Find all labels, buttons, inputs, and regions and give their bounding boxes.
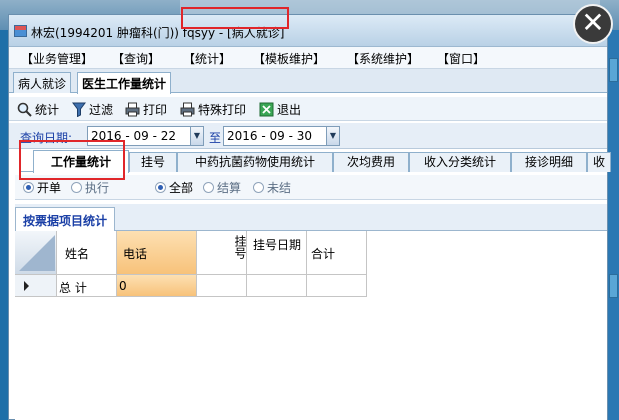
filter-button[interactable]: 过滤	[72, 100, 113, 118]
printer-icon	[180, 102, 195, 116]
menu-system[interactable]: 【系统维护】	[347, 50, 419, 67]
close-button[interactable]: ✕	[573, 4, 613, 44]
radio-kaidan[interactable]: 开单	[23, 179, 61, 196]
document-tabs: 病人就诊 医生工作量统计	[9, 69, 607, 94]
magnifier-icon	[17, 102, 32, 117]
cell-guahao[interactable]	[197, 275, 247, 297]
print-button[interactable]: 打印	[125, 100, 167, 118]
tab-patient-visit[interactable]: 病人就诊	[13, 72, 72, 93]
radio-dot	[203, 182, 214, 193]
date-to-label: 至	[209, 131, 222, 145]
grid-corner[interactable]	[15, 231, 57, 275]
column-header-name[interactable]: 姓名	[57, 231, 117, 275]
radio-unsettled-label: 未结	[267, 181, 292, 195]
menu-window[interactable]: 【窗口】	[437, 50, 485, 67]
menu-business[interactable]: 【业务管理】	[21, 50, 93, 67]
main-window: 林宏(1994201 肿瘤科(门)) fqsyy - [病人就诊] 【业务管理】…	[8, 7, 611, 420]
to-date-dropdown-icon[interactable]: ▼	[326, 126, 340, 146]
radio-settled-label: 结算	[217, 181, 242, 195]
radio-dot	[71, 182, 82, 193]
print-label: 打印	[143, 102, 168, 117]
query-date-label: 查询日期:	[20, 131, 73, 145]
cell-phone[interactable]: 0	[117, 275, 197, 297]
tab-avg-cost[interactable]: 次均费用	[333, 152, 409, 172]
column-header-phone[interactable]: 电话	[117, 231, 197, 275]
radio-kaidan-label: 开单	[37, 181, 62, 195]
filter-radio-row: 开单 执行 全部 结算 未结	[15, 175, 607, 200]
tab-workload[interactable]: 工作量统计	[33, 150, 129, 173]
app-icon	[14, 25, 27, 37]
from-date-dropdown-icon[interactable]: ▼	[190, 126, 204, 146]
row-pointer-icon	[24, 281, 29, 291]
query-row: 查询日期: 2016 - 09 - 22 ▼ 至 2016 - 09 - 30 …	[9, 123, 607, 149]
tab-doctor-workload[interactable]: 医生工作量统计	[77, 72, 172, 94]
radio-all[interactable]: 全部	[155, 179, 193, 196]
radio-unsettled[interactable]: 未结	[253, 179, 291, 196]
stat-tabs: 工作量统计 挂号 中药抗菌药物使用统计 次均费用 收入分类统计 接诊明细 收	[19, 150, 611, 173]
funnel-icon	[72, 102, 86, 117]
exit-icon	[259, 102, 274, 116]
radio-zhixing[interactable]: 执行	[71, 179, 109, 196]
column-header-total[interactable]: 合计	[307, 231, 367, 275]
scroll-thumb	[609, 58, 618, 82]
window-title: 林宏(1994201 肿瘤科(门)) fqsyy - [病人就诊]	[31, 26, 285, 40]
column-header-guahao[interactable]: 挂号	[197, 231, 247, 275]
menu-statistics[interactable]: 【统计】	[183, 50, 231, 67]
tab-more[interactable]: 收	[587, 152, 611, 172]
radio-settled[interactable]: 结算	[203, 179, 241, 196]
special-print-label: 特殊打印	[198, 102, 247, 117]
from-date-field[interactable]: 2016 - 09 - 22	[87, 126, 191, 146]
menu-bar: 【业务管理】 【查询】 【统计】 【模板维护】 【系统维护】 【窗口】	[9, 47, 607, 69]
tab-visit-detail[interactable]: 接诊明细	[511, 152, 587, 172]
cell-name[interactable]: 总 计	[57, 275, 117, 297]
tab-registration[interactable]: 挂号	[129, 152, 177, 172]
scroll-thumb	[609, 274, 618, 298]
special-print-button[interactable]: 特殊打印	[180, 100, 246, 118]
data-grid: 姓名 电话 挂号 挂号日期 合计 总 计 0	[15, 231, 607, 420]
radio-dot	[253, 182, 264, 193]
row-selector[interactable]	[15, 275, 57, 297]
menu-query[interactable]: 【查询】	[112, 50, 160, 67]
background-strip	[180, 0, 600, 14]
filter-label: 过滤	[89, 102, 114, 117]
to-date-field[interactable]: 2016 - 09 - 30	[223, 126, 327, 146]
menu-template[interactable]: 【模板维护】	[253, 50, 325, 67]
tab-herbal-antibiotic[interactable]: 中药抗菌药物使用统计	[177, 152, 333, 172]
corner-triangle	[19, 235, 55, 271]
stat-label: 统计	[35, 102, 60, 117]
cell-total[interactable]	[307, 275, 367, 297]
background-scrollbar	[607, 30, 619, 420]
radio-dot	[23, 182, 34, 193]
sub-tab-strip: 按票据项目统计	[15, 204, 607, 231]
tab-income-category[interactable]: 收入分类统计	[409, 152, 511, 172]
tab-by-receipt-item[interactable]: 按票据项目统计	[15, 207, 116, 231]
toolbar: 统计 过滤 打印 特殊打印 退出	[9, 97, 607, 121]
title-bar: 林宏(1994201 肿瘤科(门)) fqsyy - [病人就诊]	[9, 15, 607, 47]
exit-button[interactable]: 退出	[259, 100, 301, 118]
radio-all-label: 全部	[169, 181, 194, 195]
printer-icon	[125, 102, 140, 116]
radio-dot	[155, 182, 166, 193]
radio-zhixing-label: 执行	[85, 181, 110, 195]
column-header-guahao-date[interactable]: 挂号日期	[247, 231, 307, 275]
cell-guahao-date[interactable]	[247, 275, 307, 297]
stat-button[interactable]: 统计	[17, 100, 59, 118]
exit-label: 退出	[277, 102, 302, 117]
